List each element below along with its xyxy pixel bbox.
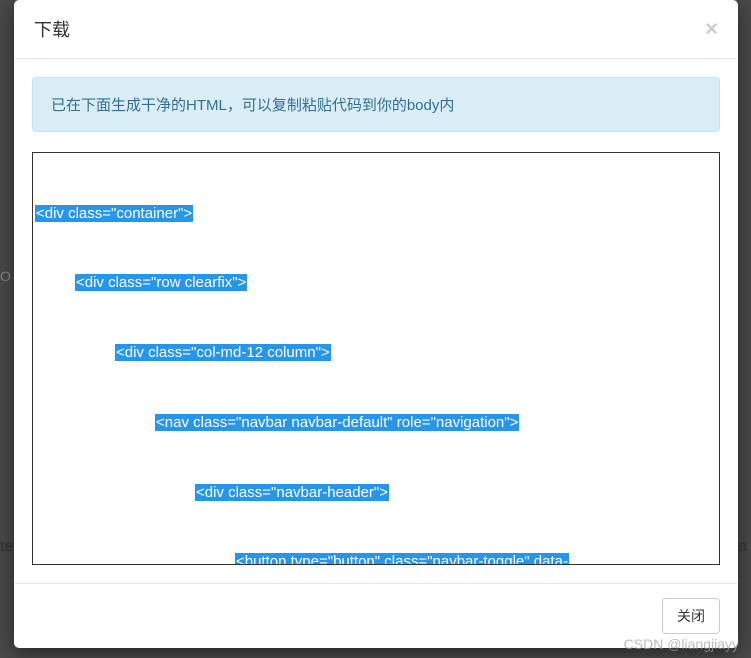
code-line[interactable]: <div class="navbar-header"> bbox=[195, 484, 389, 501]
code-line[interactable]: <div class="col-md-12 column"> bbox=[115, 344, 331, 361]
code-line[interactable]: <nav class="navbar navbar-default" role=… bbox=[155, 414, 519, 431]
backdrop-fragment: a bbox=[738, 538, 747, 556]
generated-html-output[interactable]: <div class="container"> <div class="row … bbox=[32, 152, 720, 565]
modal-footer: 关闭 bbox=[14, 583, 738, 648]
modal-body: 已在下面生成干净的HTML，可以复制粘贴代码到你的body内 <div clas… bbox=[14, 59, 738, 583]
close-icon[interactable]: × bbox=[705, 18, 718, 40]
code-line[interactable]: <div class="container"> bbox=[35, 205, 193, 222]
backdrop-fragment: O bbox=[0, 268, 11, 284]
backdrop-fragment: te bbox=[0, 538, 13, 556]
modal-title: 下载 bbox=[34, 16, 70, 42]
download-modal: 下载 × 已在下面生成干净的HTML，可以复制粘贴代码到你的body内 <div… bbox=[14, 0, 738, 648]
code-line[interactable]: <button type="button" class="navbar-togg… bbox=[235, 553, 569, 565]
code-line[interactable]: <div class="row clearfix"> bbox=[75, 274, 247, 291]
info-alert: 已在下面生成干净的HTML，可以复制粘贴代码到你的body内 bbox=[32, 77, 720, 132]
modal-header: 下载 × bbox=[14, 0, 738, 59]
close-button[interactable]: 关闭 bbox=[662, 598, 720, 634]
code-content[interactable]: <div class="container"> <div class="row … bbox=[35, 155, 717, 565]
